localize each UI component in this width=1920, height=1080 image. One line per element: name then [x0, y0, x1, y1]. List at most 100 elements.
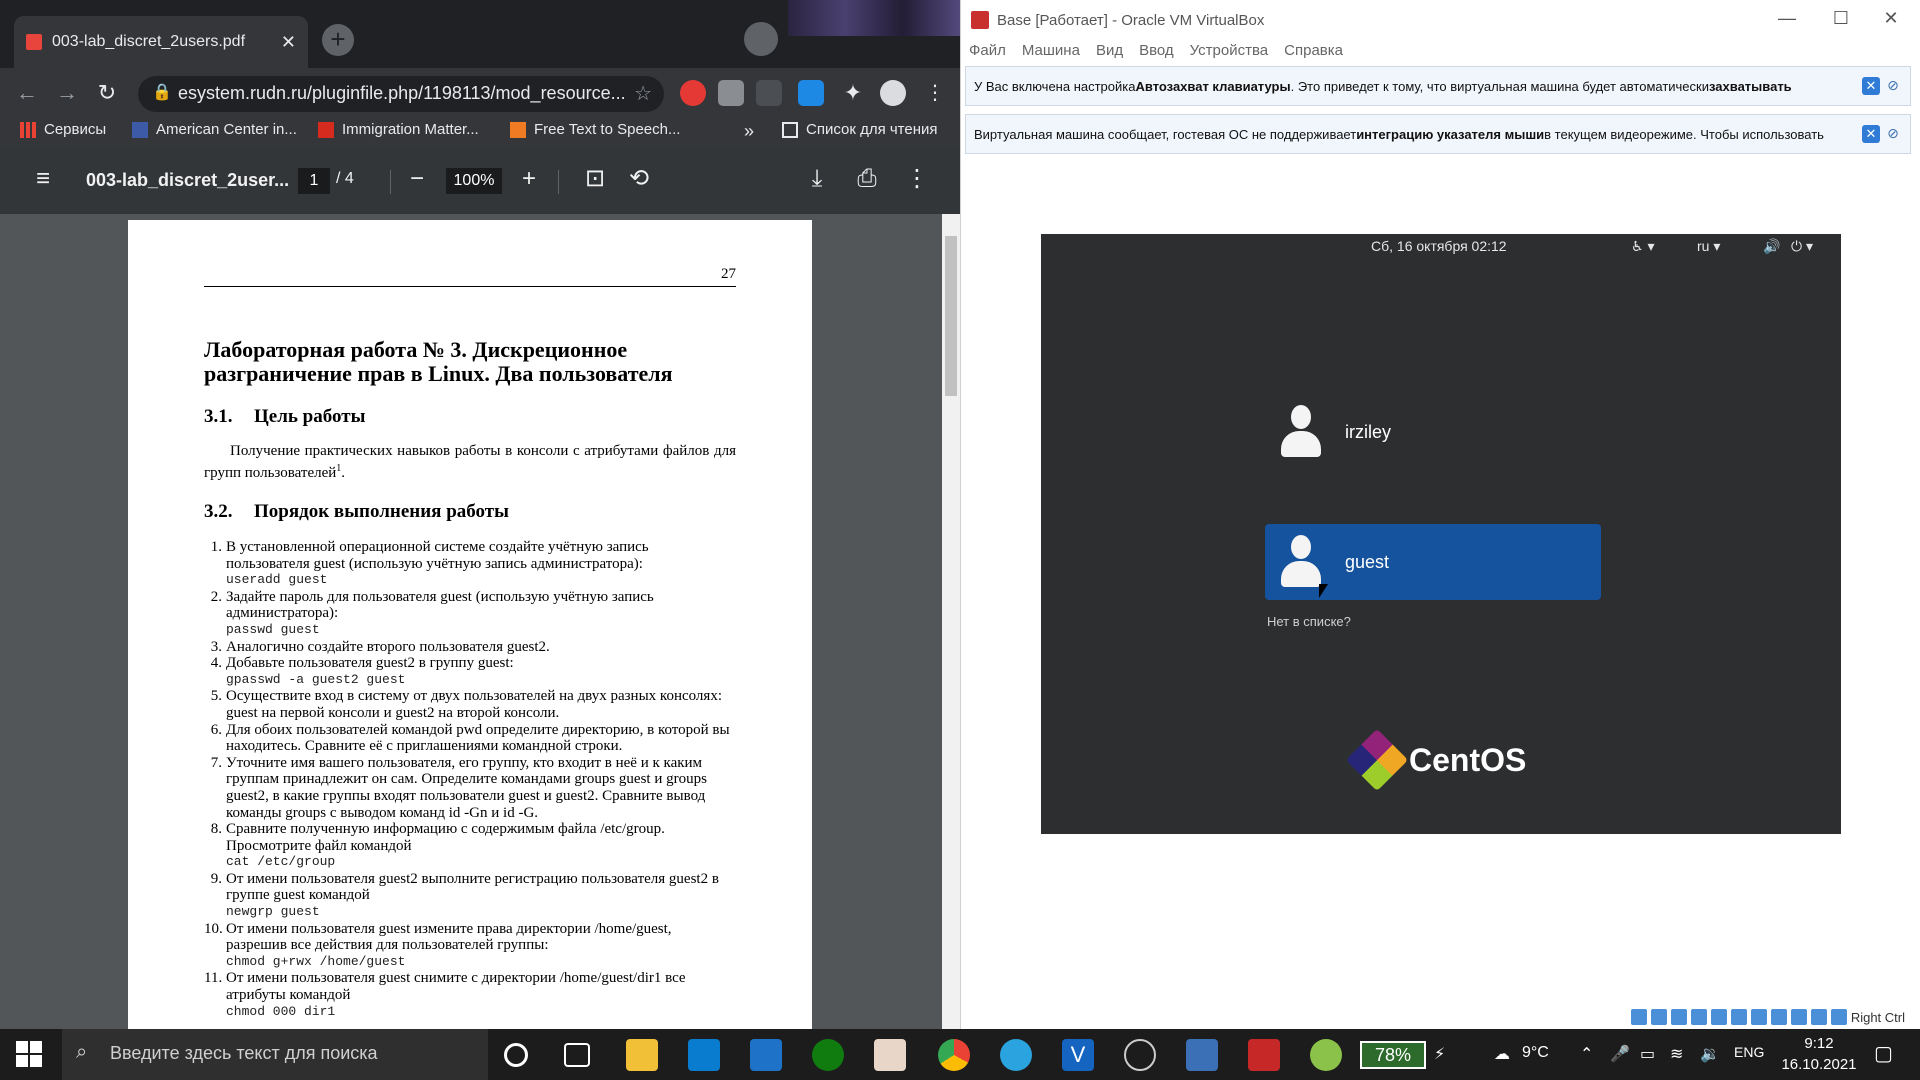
telegram-icon[interactable]: [1000, 1039, 1032, 1071]
url-text: esystem.rudn.ru/pluginfile.php/1198113/m…: [178, 83, 626, 103]
extension-translate-icon[interactable]: [798, 80, 824, 106]
new-tab-button[interactable]: +: [322, 24, 354, 56]
paint-icon[interactable]: [1310, 1039, 1342, 1071]
menu-kebab-icon[interactable]: ⋮: [922, 80, 948, 106]
battery-tray-icon[interactable]: ▭: [1640, 1044, 1655, 1064]
speaker-icon[interactable]: 🔉: [1700, 1044, 1720, 1064]
xbox-icon[interactable]: [812, 1039, 844, 1071]
recording-icon[interactable]: [1770, 1009, 1787, 1025]
guest-screen[interactable]: Сб, 16 октября 02:12 ♿ ▾ ru ▾ 🔊 ⏻ ▾ irzi…: [1041, 234, 1841, 834]
menu-devices[interactable]: Устройства: [1190, 42, 1268, 59]
power-menu-icon[interactable]: ⏻ ▾: [1791, 238, 1813, 255]
extension-tool-icon[interactable]: [756, 80, 782, 106]
pdf-viewer[interactable]: 27 Лабораторная работа № 3. Дискреционно…: [0, 214, 960, 1029]
file-explorer-icon[interactable]: [626, 1039, 658, 1071]
menu-machine[interactable]: Машина: [1022, 42, 1080, 59]
address-bar[interactable]: 🔒 esystem.rudn.ru/pluginfile.php/1198113…: [138, 76, 664, 112]
user-guest[interactable]: guest: [1265, 524, 1601, 600]
bookmark-apps[interactable]: Сервисы: [20, 121, 106, 138]
virtualbox-vm-icon[interactable]: [1248, 1039, 1280, 1071]
reload-icon[interactable]: ↻: [92, 78, 122, 108]
optical-icon[interactable]: [1650, 1009, 1667, 1025]
keyboard-capture-icon[interactable]: [1830, 1009, 1847, 1025]
menu-file[interactable]: Файл: [969, 42, 1006, 59]
bookmark-text-to-speech[interactable]: Free Text to Speech...: [510, 121, 680, 138]
reading-list[interactable]: Список для чтения: [782, 121, 938, 138]
close-window-icon[interactable]: ✕: [1871, 8, 1911, 29]
download-icon[interactable]: ⤓: [802, 164, 832, 194]
menu-help[interactable]: Справка: [1284, 42, 1343, 59]
profile-avatar[interactable]: [880, 80, 906, 106]
obs-icon[interactable]: [1124, 1039, 1156, 1071]
task-view-icon[interactable]: [564, 1043, 590, 1067]
shared-folders-icon[interactable]: [1730, 1009, 1747, 1025]
extension-adblock-icon[interactable]: [680, 80, 706, 106]
usb-icon[interactable]: [1710, 1009, 1727, 1025]
forward-icon[interactable]: →: [52, 78, 82, 108]
tab-search-button[interactable]: [744, 22, 778, 56]
vscode-icon[interactable]: V: [1062, 1039, 1094, 1071]
bookmark-american-center[interactable]: American Center in...: [132, 121, 297, 138]
cortana-icon[interactable]: [504, 1043, 528, 1067]
display-icon[interactable]: [1750, 1009, 1767, 1025]
tab-pdf[interactable]: 003-lab_discret_2users.pdf ✕: [14, 16, 308, 68]
weather-icon[interactable]: ☁: [1494, 1044, 1510, 1064]
close-icon[interactable]: ✕: [281, 32, 296, 53]
weather-temp[interactable]: 9°C: [1522, 1044, 1549, 1062]
gnome-topbar: Сб, 16 октября 02:12 ♿ ▾ ru ▾ 🔊 ⏻ ▾: [1041, 234, 1841, 260]
hdd-icon[interactable]: [1630, 1009, 1647, 1025]
dont-show-icon[interactable]: ⊘: [1884, 125, 1902, 143]
system-clock[interactable]: 9:12 16.10.2021: [1774, 1033, 1864, 1075]
chevron-up-icon[interactable]: ⌃: [1580, 1044, 1593, 1064]
accessibility-icon[interactable]: ♿ ▾: [1631, 238, 1654, 255]
more-kebab-icon[interactable]: ⋮: [902, 164, 932, 194]
audio-icon[interactable]: [1670, 1009, 1687, 1025]
not-listed-link[interactable]: Нет в списке?: [1267, 614, 1351, 629]
mouse-integration-icon[interactable]: [1810, 1009, 1827, 1025]
footnote-marker[interactable]: 1: [336, 463, 341, 474]
app-icon[interactable]: [874, 1039, 906, 1071]
virtualbox-manager-icon[interactable]: [1186, 1039, 1218, 1071]
menu-input[interactable]: Ввод: [1139, 42, 1174, 59]
steps-list: 1. В установленной операционной системе с…: [204, 539, 736, 1020]
network-icon[interactable]: [1690, 1009, 1707, 1025]
menu-hamburger-icon[interactable]: ≡: [28, 164, 58, 194]
fit-page-icon[interactable]: ⊡: [580, 164, 610, 194]
bookmark-star-icon[interactable]: ☆: [634, 81, 652, 106]
zoom-in-icon[interactable]: +: [514, 164, 544, 194]
chrome-icon[interactable]: [938, 1039, 970, 1071]
back-icon[interactable]: ←: [12, 78, 42, 108]
scrollbar-thumb[interactable]: [945, 236, 957, 396]
maximize-icon[interactable]: ☐: [1821, 8, 1861, 29]
microphone-icon[interactable]: 🎤: [1610, 1044, 1630, 1064]
page-number-input[interactable]: 1: [298, 168, 330, 194]
bookmark-immigration[interactable]: Immigration Matter...: [318, 121, 479, 138]
zoom-input[interactable]: 100%: [446, 168, 502, 194]
menu-view[interactable]: Вид: [1096, 42, 1123, 59]
dont-show-icon[interactable]: ⊘: [1884, 77, 1902, 95]
step-number: 4.: [210, 655, 222, 672]
zoom-out-icon[interactable]: −: [402, 164, 432, 194]
close-banner-icon[interactable]: ✕: [1862, 77, 1880, 95]
mail-icon[interactable]: [750, 1039, 782, 1071]
clock[interactable]: Сб, 16 октября 02:12: [1371, 238, 1507, 254]
bookmarks-overflow[interactable]: »: [744, 121, 754, 142]
extensions-puzzle-icon[interactable]: ✦: [840, 80, 866, 106]
print-icon[interactable]: ⎙: [852, 164, 882, 194]
user-irziley[interactable]: irziley: [1265, 394, 1601, 470]
taskbar-search[interactable]: ⌕ Введите здесь текст для поиска: [62, 1029, 488, 1080]
battery-indicator[interactable]: 78%: [1360, 1041, 1426, 1069]
rotate-icon[interactable]: ⟲: [624, 164, 654, 194]
keyboard-layout[interactable]: ru ▾: [1697, 238, 1720, 255]
cpu-icon[interactable]: [1790, 1009, 1807, 1025]
close-banner-icon[interactable]: ✕: [1862, 125, 1880, 143]
wifi-icon[interactable]: ≋: [1670, 1044, 1683, 1064]
start-windows-icon[interactable]: [16, 1041, 42, 1067]
scrollbar[interactable]: [942, 214, 960, 1029]
extension-gamepad-icon[interactable]: [718, 80, 744, 106]
minimize-icon[interactable]: —: [1767, 8, 1807, 29]
store-icon[interactable]: [688, 1039, 720, 1071]
notifications-icon[interactable]: ▢: [1874, 1041, 1893, 1066]
language-indicator[interactable]: ENG: [1734, 1044, 1764, 1060]
volume-icon[interactable]: 🔊: [1763, 238, 1780, 255]
